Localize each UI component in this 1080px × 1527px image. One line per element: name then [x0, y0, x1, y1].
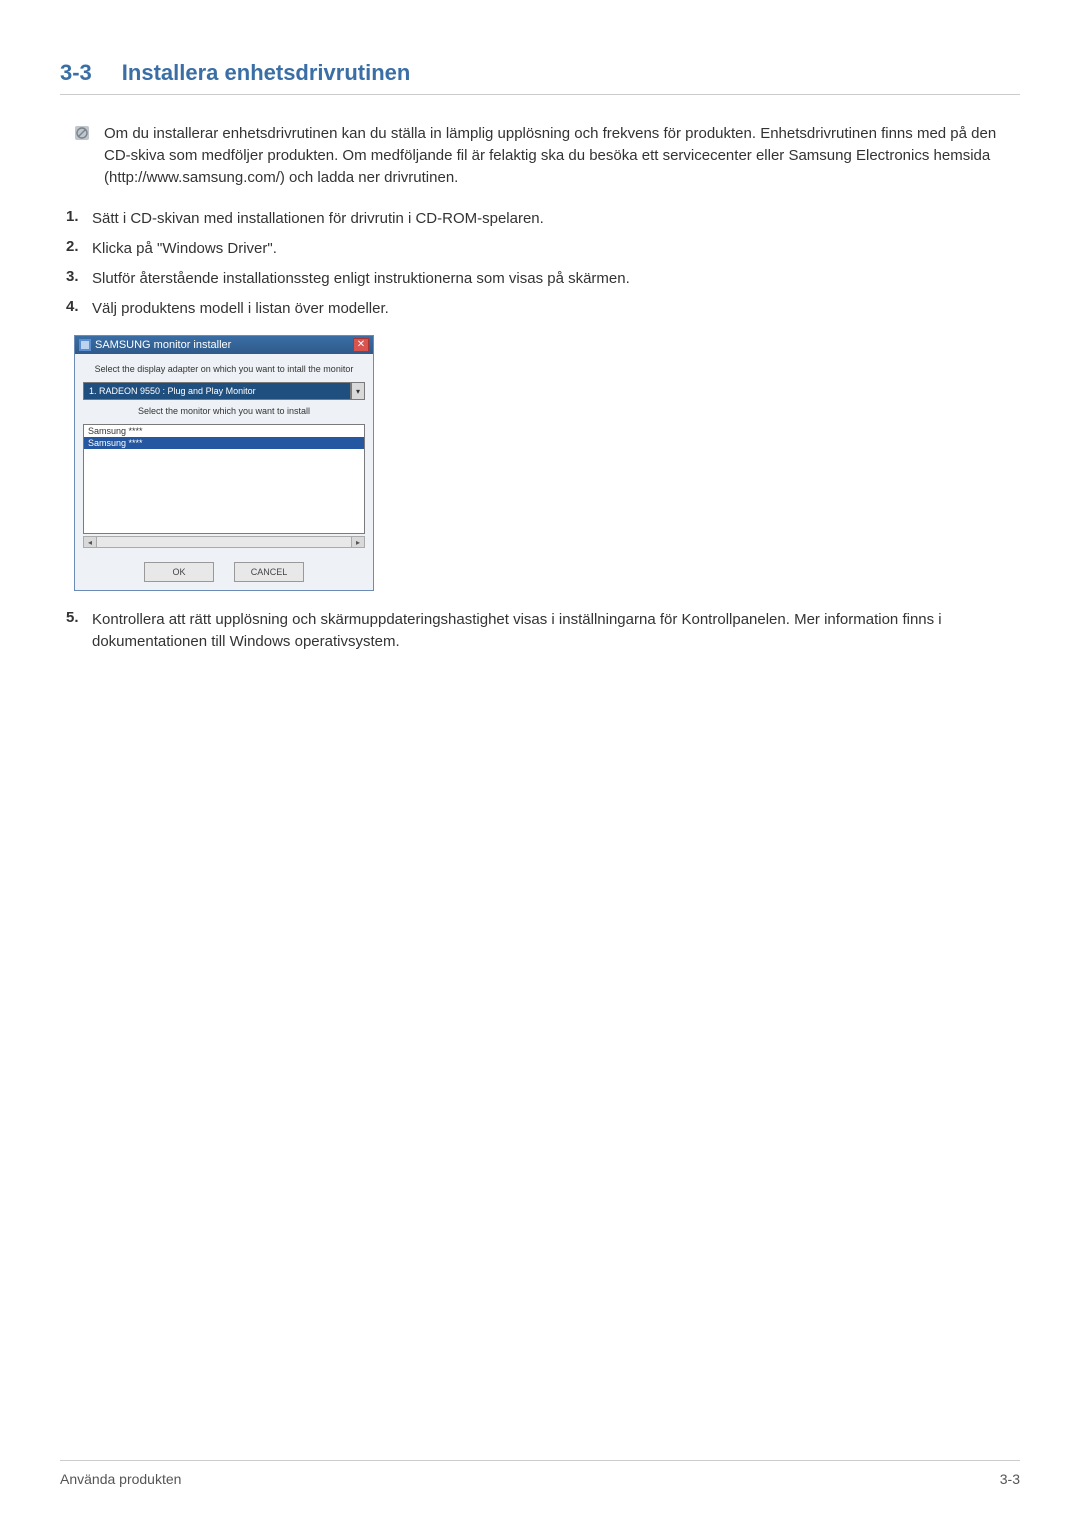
adapter-caption: Select the display adapter on which you …	[83, 364, 365, 374]
app-icon	[79, 339, 91, 351]
step-number: 1.	[66, 208, 92, 230]
step-number: 4.	[66, 298, 92, 320]
section-heading: 3-3 Installera enhetsdrivrutinen	[60, 60, 1020, 95]
adapter-dropdown[interactable]: 1. RADEON 9550 : Plug and Play Monitor ▾	[83, 382, 365, 400]
cancel-button[interactable]: CANCEL	[234, 562, 304, 582]
step-text: Kontrollera att rätt upplösning och skär…	[92, 609, 1020, 653]
ok-button[interactable]: OK	[144, 562, 214, 582]
step-2: 2. Klicka på "Windows Driver".	[66, 238, 1020, 260]
step-number: 2.	[66, 238, 92, 260]
footer-left: Använda produkten	[60, 1471, 181, 1487]
step-4: 4. Välj produktens modell i listan över …	[66, 298, 1020, 320]
step-text: Välj produktens modell i listan över mod…	[92, 298, 389, 320]
chevron-left-icon: ◂	[88, 538, 92, 547]
list-item-selected[interactable]: Samsung ****	[84, 437, 364, 449]
heading-number: 3-3	[60, 60, 92, 86]
monitor-caption: Select the monitor which you want to ins…	[83, 406, 365, 416]
step-text: Slutför återstående installationssteg en…	[92, 268, 630, 290]
close-icon: ✕	[357, 340, 365, 350]
chevron-down-icon: ▾	[356, 387, 360, 396]
page-footer: Använda produkten 3-3	[60, 1460, 1020, 1487]
step-number: 5.	[66, 609, 92, 653]
step-5: 5. Kontrollera att rätt upplösning och s…	[66, 609, 1020, 653]
info-text: Om du installerar enhetsdrivrutinen kan …	[104, 123, 1020, 188]
step-3: 3. Slutför återstående installationssteg…	[66, 268, 1020, 290]
horizontal-scrollbar[interactable]: ◂ ▸	[83, 536, 365, 548]
dropdown-button[interactable]: ▾	[351, 382, 365, 400]
scroll-right-button[interactable]: ▸	[351, 536, 365, 548]
info-note: Om du installerar enhetsdrivrutinen kan …	[74, 123, 1020, 188]
scroll-track[interactable]	[97, 536, 351, 548]
step-1: 1. Sätt i CD-skivan med installationen f…	[66, 208, 1020, 230]
scroll-left-button[interactable]: ◂	[83, 536, 97, 548]
close-button[interactable]: ✕	[353, 338, 369, 352]
monitor-list[interactable]: Samsung **** Samsung ****	[83, 424, 365, 534]
info-icon	[74, 125, 90, 141]
dialog-title: SAMSUNG monitor installer	[95, 339, 231, 351]
footer-right: 3-3	[1000, 1471, 1020, 1487]
step-text: Klicka på "Windows Driver".	[92, 238, 277, 260]
heading-title: Installera enhetsdrivrutinen	[122, 60, 411, 86]
step-text: Sätt i CD-skivan med installationen för …	[92, 208, 544, 230]
installer-dialog: SAMSUNG monitor installer ✕ Select the d…	[74, 335, 374, 591]
step-number: 3.	[66, 268, 92, 290]
chevron-right-icon: ▸	[356, 538, 360, 547]
dialog-titlebar: SAMSUNG monitor installer ✕	[75, 336, 373, 354]
adapter-selected-value: 1. RADEON 9550 : Plug and Play Monitor	[83, 382, 351, 400]
list-item[interactable]: Samsung ****	[84, 425, 364, 437]
